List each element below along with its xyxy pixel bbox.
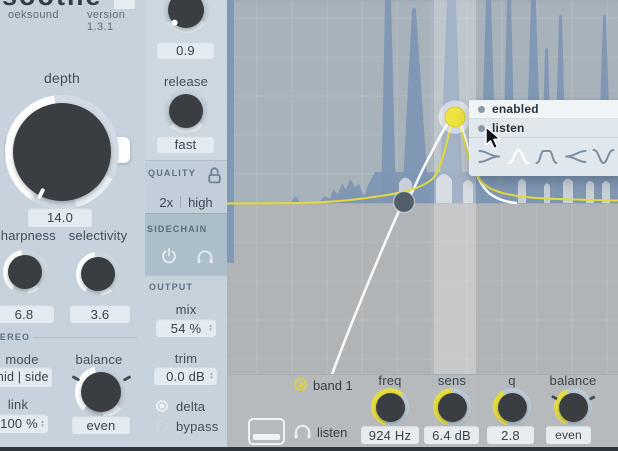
q-value[interactable]: 2.8 [487,426,534,444]
sens-knob[interactable] [433,388,471,426]
band-listen-label[interactable]: listen [317,425,347,440]
band2-node[interactable] [394,192,415,213]
band-listen-icon[interactable] [293,423,312,439]
keyboard-toggle-button[interactable] [248,418,285,445]
shape-merge-left-icon[interactable] [564,148,587,165]
freq-value[interactable]: 924 Hz [361,426,419,444]
band-balance-label: balance [543,373,603,388]
q-knob[interactable] [493,388,531,426]
freq-label: freq [360,373,420,388]
enabled-dot-icon [478,106,485,113]
band1-node[interactable] [445,107,465,127]
band1-label[interactable]: band 1 [313,378,353,393]
shape-plateau-icon[interactable] [535,148,558,165]
menu-item-enabled[interactable]: enabled [469,100,618,119]
band-balance-knob[interactable] [554,388,592,426]
band1-radio[interactable] [294,378,307,391]
shape-notch-icon[interactable] [592,148,615,165]
keyboard-toggle-bar [253,434,280,440]
mouse-cursor [480,122,506,152]
sens-value[interactable]: 6.4 dB [424,426,479,444]
q-label: q [482,373,542,388]
sens-label: sens [422,373,482,388]
shape-bell-icon[interactable] [507,148,530,165]
freq-knob[interactable] [371,388,409,426]
soothe2-plugin-window: { "header": { "logo": "soothe", "brand":… [0,0,618,451]
bottom-bar [0,447,618,451]
band-balance-value[interactable]: even [546,426,591,444]
